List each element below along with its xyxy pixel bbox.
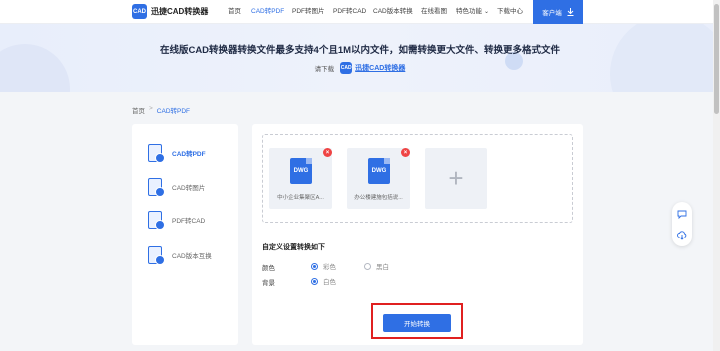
pdf-cad-icon xyxy=(148,211,165,230)
banner-decoration xyxy=(610,24,720,92)
radio-label: 黑白 xyxy=(376,264,389,271)
sidebar-item-cad-version[interactable]: CAD版本互换 xyxy=(148,245,228,265)
banner-title: 在线版CAD转换器转换文件最多支持4个且1M以内文件，如需转换更大文件、转换更多… xyxy=(159,45,561,56)
site-logo[interactable]: CAD 迅捷CAD转换器 xyxy=(132,4,208,19)
floating-toolbar xyxy=(672,202,692,246)
cad-image-icon xyxy=(148,178,165,197)
download-icon xyxy=(567,8,574,16)
logo-text: 迅捷CAD转换器 xyxy=(151,7,209,16)
color-radio-bw[interactable]: 黑白 xyxy=(364,261,389,271)
radio-selected-icon xyxy=(311,262,318,270)
download-app-link[interactable]: 迅捷CAD转换器 xyxy=(355,63,405,73)
nav-online-viewer[interactable]: 在线看图 xyxy=(421,0,447,24)
remove-file-icon[interactable]: × xyxy=(401,148,410,157)
chevron-down-icon: ⌄ xyxy=(484,9,490,15)
chat-icon[interactable] xyxy=(677,209,687,219)
file-card: DWG 办公楼建施包括说... xyxy=(347,148,410,209)
nav-features-dropdown[interactable]: 特色功能 ⌄ xyxy=(456,0,489,24)
dwg-file-icon: DWG xyxy=(368,158,390,184)
banner-subline: 请下载 CAD 迅捷CAD转换器 xyxy=(0,62,720,74)
sidebar-item-pdf-to-cad[interactable]: PDF转CAD xyxy=(148,210,228,230)
background-option-label: 背景 xyxy=(262,280,275,287)
client-button-label: 客户端 xyxy=(542,10,562,17)
color-option-label: 颜色 xyxy=(262,265,275,272)
cad-pdf-icon xyxy=(148,144,165,163)
background-radio-white[interactable]: 白色 xyxy=(311,276,336,286)
sidebar-item-cad-to-image[interactable]: CAD转图片 xyxy=(148,177,228,197)
add-file-button[interactable]: + xyxy=(425,148,487,209)
client-download-button[interactable]: 客户端 xyxy=(533,0,583,24)
logo-badge-icon: CAD xyxy=(132,4,147,19)
file-card: DWG 中小企业集聚区A... xyxy=(269,148,332,209)
nav-pdf-to-image[interactable]: PDF转图片 xyxy=(292,0,325,24)
breadcrumb-home[interactable]: 首页 xyxy=(132,105,145,115)
cloud-download-icon[interactable] xyxy=(677,230,687,240)
breadcrumb-current: CAD转PDF xyxy=(156,108,191,115)
sidebar-item-label: CAD转PDF xyxy=(172,151,206,158)
cad-version-icon xyxy=(148,246,165,265)
dwg-file-icon: DWG xyxy=(290,158,312,184)
nav-home[interactable]: 首页 xyxy=(228,0,241,24)
radio-selected-icon xyxy=(311,277,318,285)
start-convert-button[interactable]: 开始转换 xyxy=(383,314,451,332)
nav-pdf-to-cad[interactable]: PDF转CAD xyxy=(333,0,366,24)
plus-icon: + xyxy=(448,163,464,193)
sidebar-item-label: CAD转图片 xyxy=(172,185,206,192)
file-name: 中小企业集聚区A... xyxy=(277,195,324,201)
banner-sub-prefix: 请下载 xyxy=(314,66,335,73)
nav-cad-version-convert[interactable]: CAD版本转换 xyxy=(373,0,413,24)
radio-label: 彩色 xyxy=(323,264,336,271)
remove-file-icon[interactable]: × xyxy=(323,148,332,157)
file-name: 办公楼建施包括说... xyxy=(354,195,403,201)
color-radio-color[interactable]: 彩色 xyxy=(311,261,336,271)
settings-title: 自定义设置转换如下 xyxy=(262,244,325,251)
nav-cad-to-pdf[interactable]: CAD转PDF xyxy=(251,0,284,24)
sidebar-item-label: CAD版本互换 xyxy=(172,253,212,260)
nav-download-center[interactable]: 下载中心 xyxy=(497,0,523,24)
breadcrumb-separator: > xyxy=(149,105,153,112)
scrollbar-thumb[interactable] xyxy=(714,4,719,114)
nav-features-label: 特色功能 xyxy=(456,8,482,15)
sidebar-item-cad-to-pdf[interactable]: CAD转PDF xyxy=(148,143,228,163)
radio-empty-icon xyxy=(364,262,371,270)
promo-banner: 在线版CAD转换器转换文件最多支持4个且1M以内文件，如需转换更大文件、转换更多… xyxy=(0,24,720,92)
breadcrumb: 首页 > CAD转PDF xyxy=(132,105,190,115)
radio-label: 白色 xyxy=(323,279,336,286)
sidebar-item-label: PDF转CAD xyxy=(172,218,206,225)
app-logo-icon: CAD xyxy=(340,62,353,74)
